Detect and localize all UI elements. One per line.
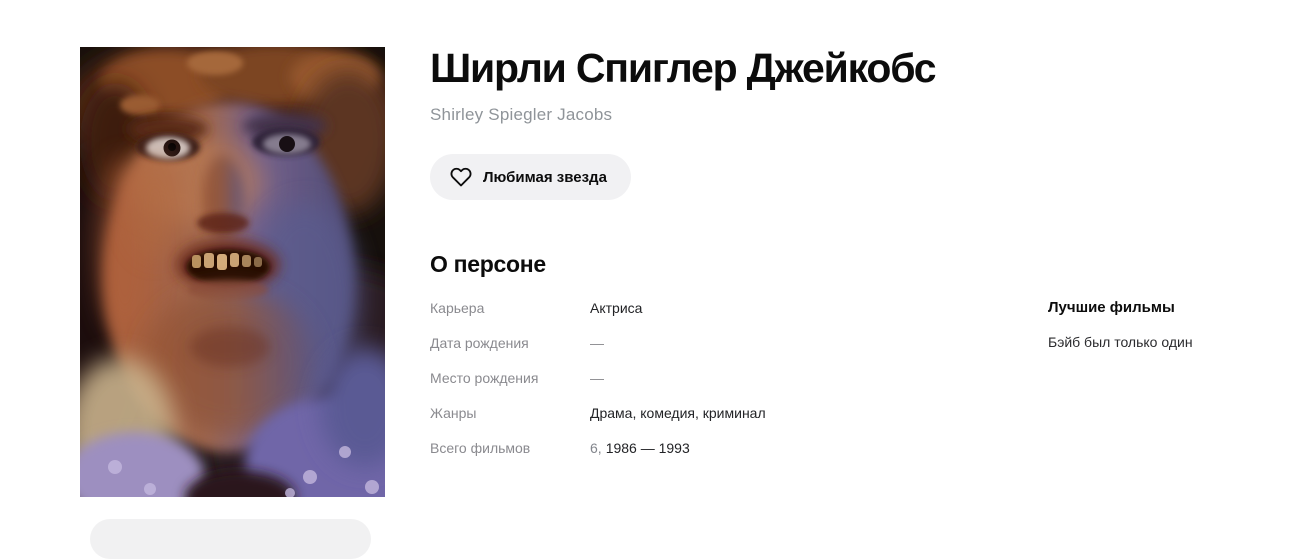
best-films-section: Лучшие фильмы Бэйб был только один xyxy=(1048,299,1288,350)
fact-row-genres: Жанры Драма, комедия, криминал xyxy=(430,405,990,440)
favorite-star-button[interactable]: Любимая звезда xyxy=(430,154,631,201)
person-header: Ширли Спиглер Джейкобс Shirley Spiegler … xyxy=(430,44,1070,201)
films-years-range: 1986 — 1993 xyxy=(605,440,690,456)
about-section: О персоне Карьера Актриса Дата рождения … xyxy=(430,251,990,475)
total-films-value: 6, 1986 — 1993 xyxy=(590,440,690,456)
person-photo[interactable] xyxy=(80,47,385,497)
best-films-title: Лучшие фильмы xyxy=(1048,299,1175,316)
fact-row-career: Карьера Актриса xyxy=(430,300,990,335)
person-original-name: Shirley Spiegler Jacobs xyxy=(430,105,613,125)
fact-row-birth-date: Дата рождения — xyxy=(430,335,990,370)
birth-place-value: — xyxy=(590,370,604,386)
facts-table: Карьера Актриса Дата рождения — Место ро… xyxy=(430,300,990,475)
fact-label: Жанры xyxy=(430,405,477,421)
career-value-link[interactable]: Актриса xyxy=(590,300,642,316)
favorite-star-label: Любимая звезда xyxy=(483,168,607,186)
best-film-link[interactable]: Бэйб был только один xyxy=(1048,334,1288,350)
fact-label: Карьера xyxy=(430,300,485,316)
films-count-link[interactable]: 6, xyxy=(590,440,602,456)
person-photo-art xyxy=(80,47,385,497)
fact-label: Дата рождения xyxy=(430,335,529,351)
fact-label: Место рождения xyxy=(430,370,539,386)
birth-date-value: — xyxy=(590,335,604,351)
fact-row-total-films: Всего фильмов 6, 1986 — 1993 xyxy=(430,440,990,475)
fact-row-birth-place: Место рождения — xyxy=(430,370,990,405)
page-title: Ширли Спиглер Джейкобс xyxy=(430,45,937,91)
genres-value[interactable]: Драма, комедия, криминал xyxy=(590,405,766,421)
about-section-title: О персоне xyxy=(430,251,546,277)
heart-icon xyxy=(450,166,472,188)
button-below-photo[interactable] xyxy=(90,519,371,559)
fact-label: Всего фильмов xyxy=(430,440,531,456)
